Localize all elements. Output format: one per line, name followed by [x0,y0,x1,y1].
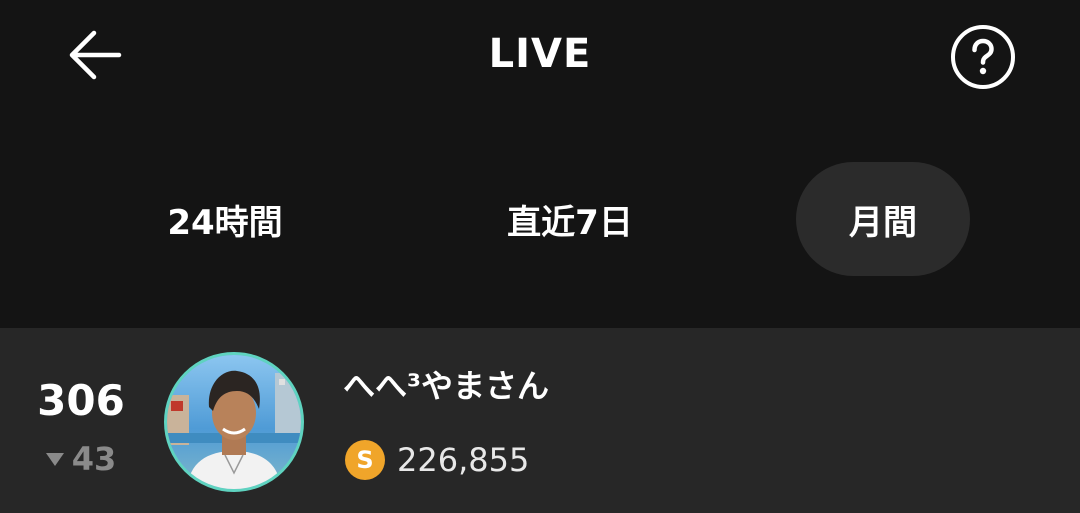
coin-count: S 226,855 [345,438,529,482]
help-button[interactable] [950,24,1016,90]
tab-24h[interactable]: 24時間 [130,162,320,276]
user-avatar-image [167,355,301,489]
avatar[interactable] [164,352,304,492]
rank-change-value: 43 [71,440,117,478]
coin-icon: S [345,440,385,480]
tab-7days[interactable]: 直近7日 [470,162,670,276]
coin-value: 226,855 [397,441,530,479]
user-name: へへ³やまさん [343,367,550,405]
top-bar: LIVE [0,0,1080,110]
period-tabs: 24時間 直近7日 月間 [0,160,1080,280]
ranking-row[interactable]: 306 43 へへ³やまさん S 226,855 [0,328,1080,513]
question-circle-icon [951,25,1015,89]
rank-change: 43 [20,440,142,478]
down-triangle-icon [45,452,64,466]
rank-number: 306 [37,376,125,425]
page-title: LIVE [488,31,592,77]
tab-monthly[interactable]: 月間 [796,162,970,276]
